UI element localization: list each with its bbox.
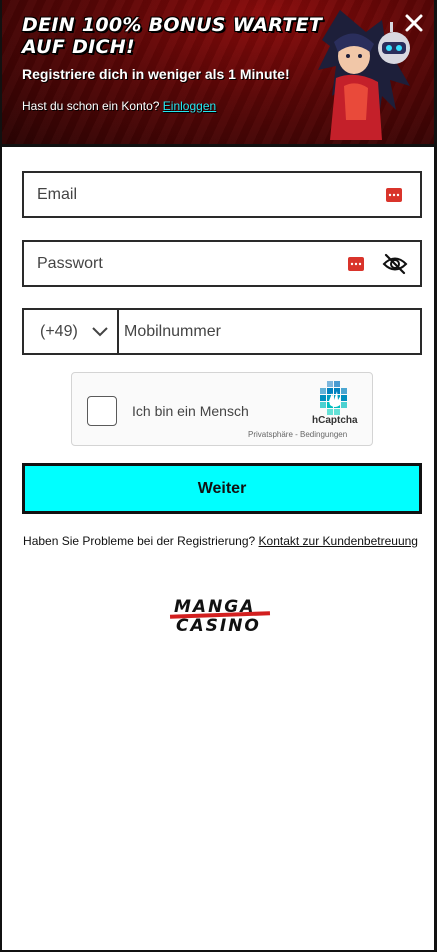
hcaptcha-widget: Ich bin ein Mensch hCaptcha Privatsphäre… <box>71 372 373 446</box>
password-manager-icon[interactable] <box>386 187 402 202</box>
close-button[interactable] <box>403 12 425 34</box>
logo-line-2: CASINO <box>176 616 261 636</box>
password-field[interactable]: Passwort <box>22 240 422 287</box>
hcaptcha-brand: hCaptcha <box>312 415 358 426</box>
registration-page: DEIN 100% BONUS WARTET AUF DICH! Registr… <box>0 0 437 952</box>
chevron-down-icon <box>92 326 108 336</box>
captcha-checkbox[interactable] <box>87 396 117 426</box>
eye-slash-icon[interactable] <box>382 253 408 275</box>
password-placeholder: Passwort <box>37 254 103 272</box>
support-help: Haben Sie Probleme bei der Registrierung… <box>2 534 434 548</box>
country-code-value: (+49) <box>40 322 78 340</box>
login-prompt: Hast du schon ein Konto? Einloggen <box>22 99 216 113</box>
phone-number-input[interactable]: Mobilnummer <box>119 323 221 341</box>
password-manager-icon[interactable] <box>348 256 364 271</box>
email-field[interactable]: Email <box>22 171 422 218</box>
captcha-label: Ich bin ein Mensch <box>132 403 249 419</box>
country-code-select[interactable]: (+49) <box>24 310 119 353</box>
login-prompt-text: Hast du schon ein Konto? <box>22 99 160 113</box>
email-placeholder: Email <box>37 185 78 203</box>
promo-banner: DEIN 100% BONUS WARTET AUF DICH! Registr… <box>2 0 434 147</box>
hcaptcha-legal-links[interactable]: Privatsphäre - Bedingungen <box>248 430 347 439</box>
support-contact-link[interactable]: Kontakt zur Kundenbetreuung <box>259 534 418 548</box>
banner-title: DEIN 100% BONUS WARTET AUF DICH! <box>22 14 323 58</box>
manga-casino-logo: MANGA CASINO <box>169 596 272 640</box>
continue-button[interactable]: Weiter <box>22 463 422 514</box>
support-help-text: Haben Sie Probleme bei der Registrierung… <box>23 534 256 548</box>
hcaptcha-logo-icon <box>320 381 347 415</box>
banner-subtitle: Registriere dich in weniger als 1 Minute… <box>22 66 290 82</box>
login-link[interactable]: Einloggen <box>163 99 216 113</box>
close-icon <box>405 14 423 32</box>
phone-field: (+49) Mobilnummer <box>22 308 422 355</box>
